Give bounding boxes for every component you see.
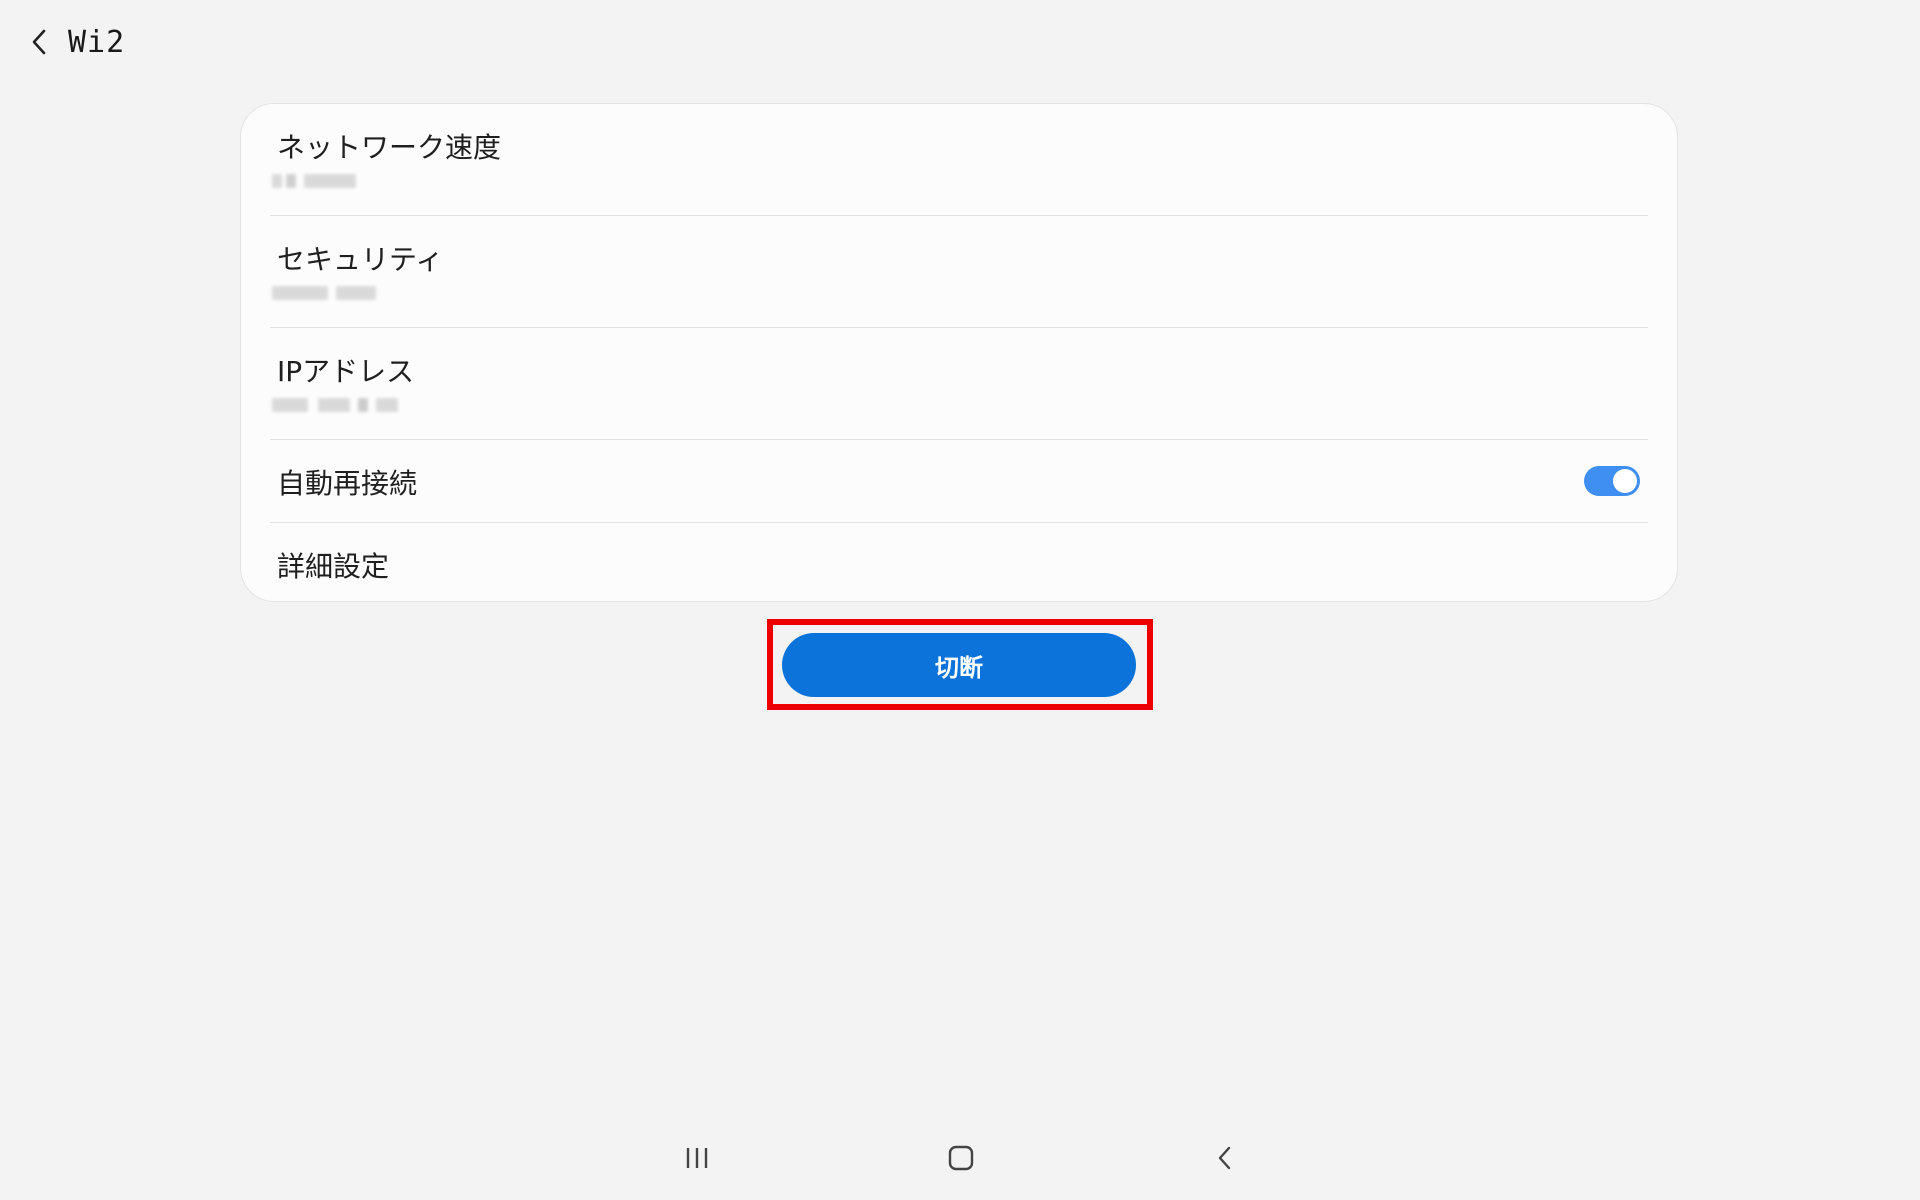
home-icon <box>948 1145 974 1175</box>
page-title: Wi2 <box>68 24 126 60</box>
ip-address-label: IPアドレス <box>277 355 415 388</box>
navigation-bar <box>0 1130 1920 1190</box>
ip-address-value-redacted <box>272 394 402 416</box>
home-button[interactable] <box>931 1130 991 1190</box>
back-button[interactable]: Wi2 <box>28 18 125 66</box>
network-speed-value-redacted <box>272 170 364 192</box>
security-label: セキュリティ <box>277 243 444 276</box>
toggle-knob <box>1611 467 1639 495</box>
recent-apps-button[interactable] <box>667 1130 727 1190</box>
auto-reconnect-row[interactable]: 自動再接続 <box>270 440 1648 523</box>
security-row: セキュリティ <box>270 216 1648 328</box>
disconnect-button[interactable]: 切断 <box>782 633 1136 697</box>
security-value-redacted <box>272 282 380 304</box>
network-speed-row: ネットワーク速度 <box>270 104 1648 216</box>
chevron-left-icon <box>28 28 52 56</box>
ip-address-row: IPアドレス <box>270 328 1648 440</box>
auto-reconnect-toggle[interactable] <box>1584 466 1640 496</box>
recent-apps-icon <box>684 1146 710 1174</box>
network-details-card: ネットワーク速度 セキュリティ IPアドレス 自動再接続 詳細設定 <box>240 103 1678 602</box>
advanced-settings-label: 詳細設定 <box>277 550 390 583</box>
back-icon <box>1215 1144 1235 1176</box>
network-speed-label: ネットワーク速度 <box>277 131 502 164</box>
auto-reconnect-label: 自動再接続 <box>277 467 418 500</box>
nav-back-button[interactable] <box>1195 1130 1255 1190</box>
advanced-settings-row[interactable]: 詳細設定 <box>270 523 1648 603</box>
